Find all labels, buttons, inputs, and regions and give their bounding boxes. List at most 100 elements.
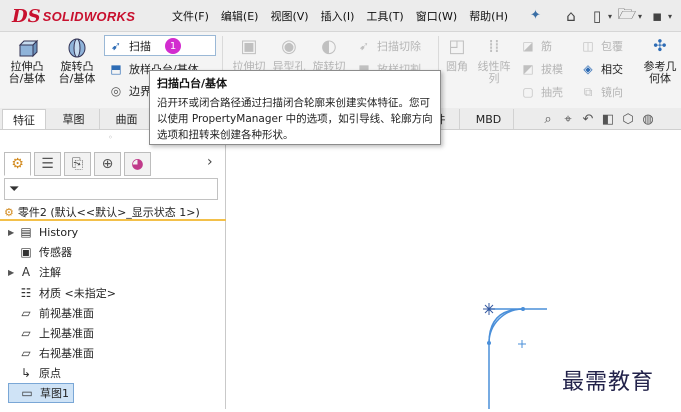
tab-features[interactable]: 特征 (2, 109, 46, 129)
menu-edit[interactable]: 编辑(E) (215, 8, 265, 24)
shell-icon: ▢ (522, 85, 534, 99)
mirror-label: 镜向 (601, 86, 623, 99)
home-icon[interactable]: ⌂ (560, 5, 582, 27)
configuration-manager-tab-icon[interactable]: ⎘ (64, 152, 91, 176)
panel-tabs: ⚙ ☰ ⎘ ⊕ ◕ (4, 152, 151, 176)
history-icon: ▤ (20, 225, 32, 239)
watermark-text: 最需教育 (562, 370, 655, 395)
menu-bar: 文件(F) 编辑(E) 视图(V) 插入(I) 工具(T) 窗口(W) 帮助(H… (166, 0, 514, 32)
view-orientation-icon[interactable]: ⬡ (620, 111, 636, 127)
tooltip-body: 沿开环或闭合路径通过扫描闭合轮廓来创建实体特征。您可以使用 PropertyMa… (157, 97, 433, 141)
draft-label: 拔模 (541, 63, 563, 76)
intersect-label: 相交 (601, 63, 623, 76)
tab-surfaces[interactable]: 曲面 (102, 109, 152, 129)
reference-geometry-icon: ✣ (653, 36, 667, 55)
tree-item-annotations[interactable]: ▶ A 注解 (8, 262, 61, 282)
reference-geometry-button[interactable]: ✣ 参考几 何体 (640, 34, 680, 100)
revolve-cut-icon: ◐ (321, 36, 337, 57)
chevron-right-icon[interactable]: › (207, 154, 213, 170)
tree-item-origin[interactable]: ↳ 原点 (8, 363, 61, 383)
logo-text: SOLIDWORKS (42, 8, 136, 24)
menu-tools[interactable]: 工具(T) (360, 8, 409, 24)
previous-view-icon[interactable]: ↶ (580, 111, 596, 127)
draft-icon: ◩ (522, 62, 534, 76)
fillet-label: 圆角 (446, 60, 468, 73)
extrude-boss-button[interactable]: 拉伸凸 台/基体 (4, 34, 50, 100)
tree-item-right-plane[interactable]: ▱ 右视基准面 (8, 343, 94, 363)
rib-button[interactable]: ◪ 筋 (520, 36, 552, 56)
wrap-label: 包覆 (601, 40, 623, 53)
tree-item-label: 材质 <未指定> (39, 287, 116, 300)
boundary-button[interactable]: ◎ 边界 (108, 81, 151, 101)
tree-item-sensors[interactable]: ▣ 传感器 (8, 242, 72, 262)
section-view-icon[interactable]: ◧ (600, 111, 616, 127)
chevron-down-icon[interactable]: ▾ (608, 12, 612, 21)
pin-icon[interactable]: ✦ (530, 8, 541, 23)
sweep-cut-button[interactable]: ➹ 扫描切除 (356, 36, 421, 56)
menu-view[interactable]: 视图(V) (264, 8, 314, 24)
material-icon: ☷ (20, 286, 32, 300)
tab-mbd[interactable]: MBD (464, 109, 514, 129)
shell-button[interactable]: ▢ 抽壳 (520, 82, 563, 102)
tree-item-history[interactable]: ▶ ▤ History (8, 222, 78, 242)
fillet-button[interactable]: ◰ 圆角 (440, 34, 474, 100)
linear-pattern-label: 线性阵 列 (477, 60, 511, 85)
feature-tree-filter[interactable]: ⏷ (4, 178, 218, 200)
filter-icon: ⏷ (9, 181, 20, 197)
tree-item-label: 注解 (39, 266, 61, 279)
open-folder-icon[interactable]: 🗁 (616, 5, 638, 27)
tree-item-top-plane[interactable]: ▱ 上视基准面 (8, 323, 94, 343)
tree-item-material[interactable]: ☷ 材质 <未指定> (8, 283, 116, 303)
draft-button[interactable]: ◩ 拔模 (520, 59, 563, 79)
panel-collapse-handle[interactable]: ◦ (108, 133, 113, 142)
tree-item-label: 前视基准面 (39, 307, 94, 320)
rib-label: 筋 (541, 40, 552, 53)
menu-insert[interactable]: 插入(I) (315, 8, 361, 24)
linear-pattern-button[interactable]: ⁞⁞ 线性阵 列 (474, 34, 514, 100)
dimxpert-tab-icon[interactable]: ⊕ (94, 152, 121, 176)
sketch-point (487, 341, 491, 345)
reference-geometry-label: 参考几 何体 (643, 60, 677, 85)
sweep-label: 扫描 (129, 40, 151, 53)
save-icon[interactable]: ▪ (646, 5, 668, 27)
display-style-icon[interactable]: ◍ (640, 111, 656, 127)
menu-file[interactable]: 文件(F) (166, 8, 215, 24)
tree-item-label: 传感器 (39, 246, 72, 259)
intersect-button[interactable]: ◈ 相交 (580, 59, 623, 79)
tree-item-label: 上视基准面 (39, 327, 94, 340)
sketch-endpoint-marker (483, 303, 495, 315)
mirror-button[interactable]: ⧉ 镜向 (580, 82, 623, 102)
chevron-down-icon[interactable]: ▾ (638, 12, 642, 21)
tree-item-front-plane[interactable]: ▱ 前视基准面 (8, 303, 94, 323)
wrap-button[interactable]: ◫ 包覆 (580, 36, 623, 56)
heads-up-view-toolbar: ⌕ ⌖ ↶ ◧ ⬡ ◍ (540, 111, 656, 127)
sweep-button[interactable]: ➹ 扫描 1 (108, 36, 181, 56)
tree-root-label: 零件2 (默认<<默认>_显示状态 1>) (17, 206, 200, 219)
tree-separator (0, 219, 226, 221)
display-manager-tab-icon[interactable]: ◕ (124, 152, 151, 176)
menu-window[interactable]: 窗口(W) (410, 8, 463, 24)
zoom-to-fit-icon[interactable]: ⌕ (540, 111, 556, 127)
sketch-point (521, 307, 525, 311)
expand-arrow-icon[interactable]: ▶ (8, 268, 18, 277)
tree-item-label: 原点 (39, 367, 61, 380)
tree-item-label: 右视基准面 (39, 347, 94, 360)
quick-access-toolbar: ⌂ ▯ ▾ 🗁 ▾ ▪ ▾ (560, 3, 672, 29)
annotation-icon: A (21, 265, 31, 279)
new-document-icon[interactable]: ▯ (586, 5, 608, 27)
zoom-area-icon[interactable]: ⌖ (560, 111, 576, 127)
tree-item-sketch1[interactable]: ▭ 草图1 (8, 383, 74, 403)
tab-sketch[interactable]: 草图 (48, 109, 100, 129)
property-manager-tab-icon[interactable]: ☰ (34, 152, 61, 176)
revolve-boss-button[interactable]: 旋转凸 台/基体 (54, 34, 100, 100)
plane-icon: ▱ (21, 306, 31, 320)
sweep-cut-label: 扫描切除 (377, 40, 421, 53)
plane-icon: ▱ (21, 346, 31, 360)
feature-manager-tab-icon[interactable]: ⚙ (4, 152, 31, 176)
sketch-corner-arc (488, 308, 524, 344)
expand-arrow-icon[interactable]: ▶ (8, 228, 18, 237)
boundary-label: 边界 (129, 85, 151, 98)
chevron-down-icon[interactable]: ▾ (668, 12, 672, 21)
solidworks-logo[interactable]: DS SOLIDWORKS (12, 6, 136, 27)
menu-help[interactable]: 帮助(H) (463, 8, 514, 24)
